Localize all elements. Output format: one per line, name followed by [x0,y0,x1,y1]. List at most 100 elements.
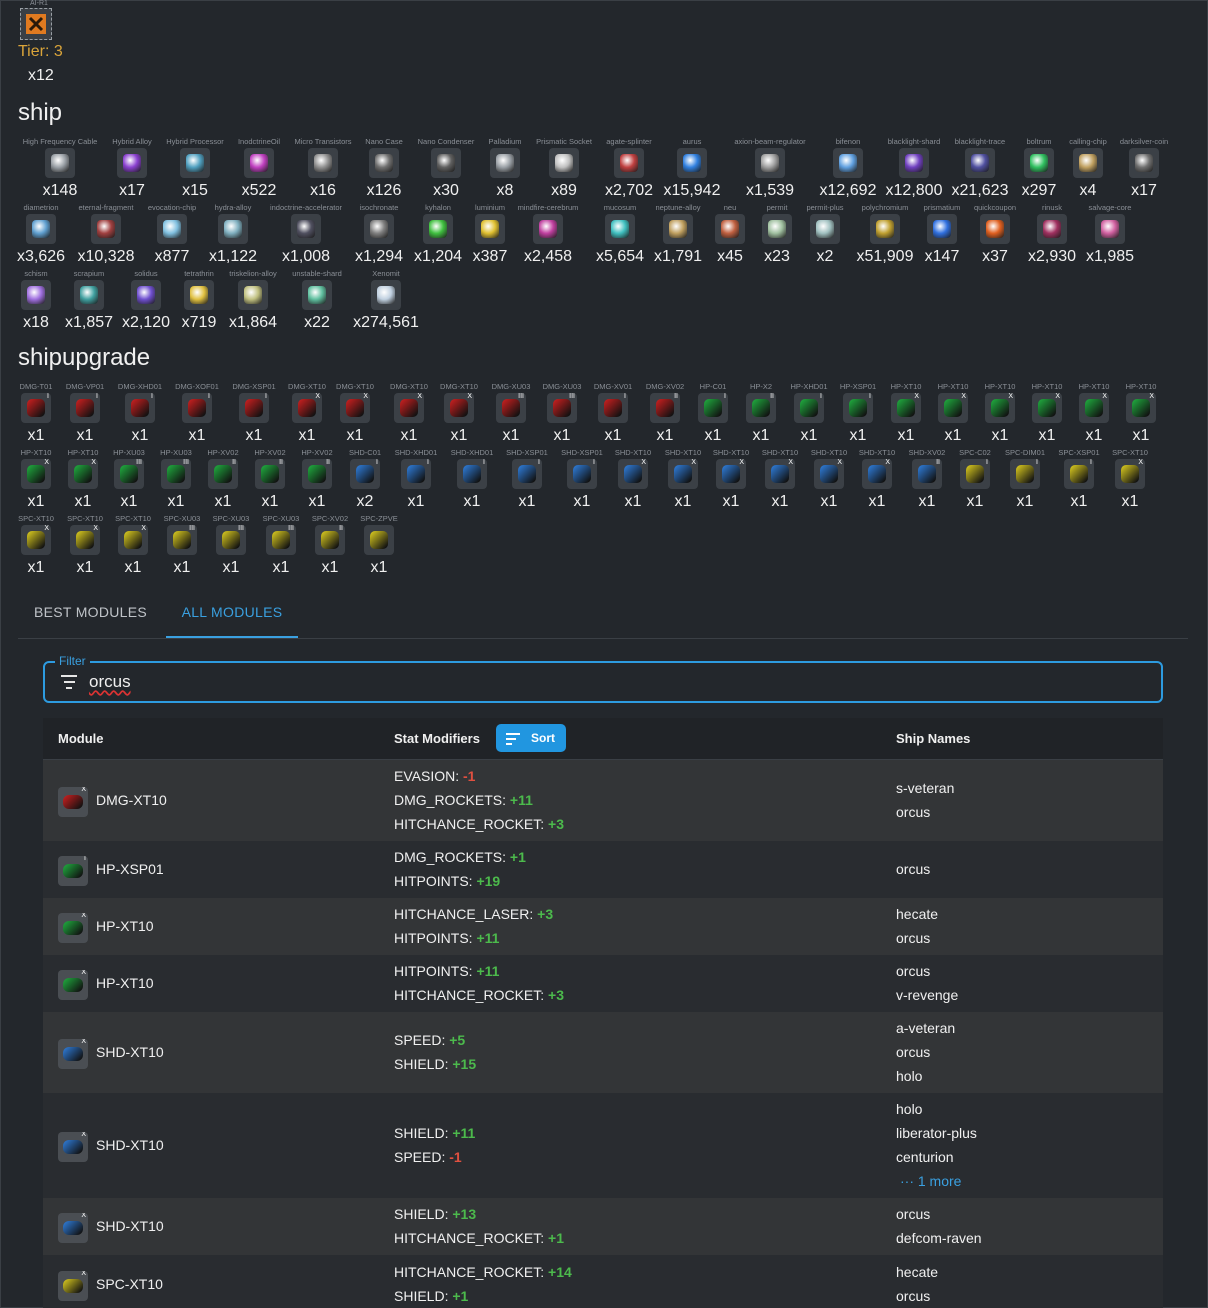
table-row[interactable]: X SHD-XT10 SHIELD: +11 SPEED: -1 holo liberat… [43,1093,1163,1199]
shipupgrade-item[interactable]: DMG-XV01 Ix1 [587,382,639,445]
shipupgrade-item[interactable]: DMG-XT10 Xx1 [329,382,381,445]
shipupgrade-item[interactable]: SPC-XU03 III x1 [255,514,307,577]
shipupgrade-item[interactable]: SPC-C02 Ix1 [949,448,1001,511]
module-glyph [897,399,915,417]
stat-name: EVASION: [394,767,463,784]
item-name: hydra-alloy [214,203,252,212]
shipupgrade-item[interactable]: SHD-XSP01 Ix1 [501,448,553,511]
shipupgrade-item[interactable]: HP-C01 Ix1 [687,382,739,445]
table-row[interactable]: X HP-XT10 HITPOINTS: +11 HITCHANCE_ROCKET: … [43,955,1163,1013]
shipupgrade-item[interactable]: DMG-XT10 Xx1 [383,382,435,445]
more-ships-link[interactable]: ··· 1 more [896,1169,977,1193]
shipupgrade-item[interactable]: SPC-XT10 Xx1 [107,514,159,577]
shipupgrade-item[interactable]: SPC-XV02 II x1 [304,514,356,577]
shipupgrade-item[interactable]: SHD-XT10 Xx1 [754,448,806,511]
item-count: x1,985 [1085,248,1135,265]
ship-item[interactable]: High Frequency Cable x148 [20,137,100,200]
shipupgrade-item[interactable]: HP-XT10 Xx1 [880,382,932,445]
table-row[interactable]: X SHD-XT10 SPEED: +5 SHIELD: +15 a-veteran or… [43,1012,1163,1094]
ship-item[interactable]: indoctrine-accelerator x1,008 [266,203,346,266]
tier-mark: I [624,393,626,400]
tier-mark: II [936,459,940,466]
shipupgrade-item[interactable]: SPC-DIM01 Ix1 [999,448,1051,511]
shipupgrade-item[interactable]: HP-XT10 Xx1 [927,382,979,445]
item-count: x1 [76,559,94,576]
ship-name: hecate [896,905,939,922]
shipupgrade-item[interactable]: SHD-XSP01 Ix1 [556,448,608,511]
ship-item[interactable]: salvage-core x1,985 [1070,203,1150,266]
shipupgrade-item[interactable]: SHD-XT10 Xx1 [705,448,757,511]
ship-item[interactable]: unstable-shard x22 [277,269,357,332]
filter-value[interactable]: orcus [89,672,131,692]
shipupgrade-item[interactable]: HP-XT10 Xx1 [1115,382,1167,445]
shipupgrade-item[interactable]: DMG-XOF01 Ix1 [171,382,223,445]
shipupgrade-item[interactable]: DMG-XU03 III x1 [536,382,588,445]
shipupgrade-item[interactable]: SHD-C01 Ix2 [339,448,391,511]
shipupgrade-item[interactable]: SHD-XV02 II x1 [901,448,953,511]
shipupgrade-item[interactable]: SPC-XT10 Xx1 [10,514,62,577]
module-glyph [704,399,722,417]
shipupgrade-item[interactable]: SHD-XHD01 Ix1 [446,448,498,511]
tab-all-modules[interactable]: ALL MODULES [166,596,298,638]
shipupgrade-item[interactable]: HP-XT10 Xx1 [974,382,1026,445]
ship-item[interactable]: hydra-alloy x1,122 [193,203,273,266]
module-glyph [1016,465,1034,483]
item-glyph [80,286,98,304]
shipupgrade-item[interactable]: DMG-XU03 III x1 [485,382,537,445]
ship-item[interactable]: darksilver-coin x17 [1104,137,1184,200]
ship-item[interactable]: axion-beam-regulator x1,539 [730,137,810,200]
shipupgrade-item[interactable]: SHD-XT10 Xx1 [851,448,903,511]
shipupgrade-item[interactable]: SPC-XU03 III x1 [205,514,257,577]
shipupgrade-item[interactable]: DMG-T01 Ix1 [10,382,62,445]
item-count: x1 [173,559,191,576]
item-icon [423,214,453,244]
shipupgrade-item[interactable]: DMG-XT10 Xx1 [433,382,485,445]
shipupgrade-item[interactable]: SPC-XT10 Xx1 [59,514,111,577]
table-row[interactable]: X DMG-XT10 EVASION: -1 DMG_ROCKETS: +11 HITC… [43,760,1163,842]
shipupgrade-item[interactable]: DMG-XHD01 Ix1 [114,382,166,445]
shipupgrade-item[interactable]: HP-XT10 Xx1 [1021,382,1073,445]
module-glyph [76,399,94,417]
shipupgrade-item[interactable]: HP-XHD01 Ix1 [783,382,835,445]
tab-best-modules[interactable]: BEST MODULES [34,596,147,636]
sort-button[interactable]: Sort [496,724,566,752]
ship-item[interactable]: mindfire-cerebrum x2,458 [508,203,588,266]
shipupgrade-item[interactable]: HP-XV02 II x1 [291,448,343,511]
shipupgrade-item[interactable]: HP-XSP01 Ix1 [832,382,884,445]
ship-item[interactable]: Xenomit x274,561 [346,269,426,332]
table-row[interactable]: X HP-XT10 HITCHANCE_LASER: +3 HITPOINTS: +1… [43,898,1163,956]
item-name: High Frequency Cable [22,137,98,146]
shipupgrade-item[interactable]: HP-XV02 II x1 [197,448,249,511]
ship-item[interactable]: aurus x15,942 [652,137,732,200]
shipupgrade-item[interactable]: HP-XT10 Xx1 [10,448,62,511]
stat-modifiers: HITCHANCE_LASER: +3 HITPOINTS: +11 [394,902,553,950]
shipupgrade-item[interactable]: SHD-XT10 Xx1 [803,448,855,511]
item-count: x1 [944,427,962,444]
shipupgrade-item[interactable]: HP-XT10 Xx1 [57,448,109,511]
item-icon [810,214,840,244]
shipupgrade-item[interactable]: SPC-ZPVE x1 [353,514,405,577]
shipupgrade-item[interactable]: SHD-XHD01 Ix1 [390,448,442,511]
shipupgrade-item[interactable]: HP-XT10 Xx1 [1068,382,1120,445]
shipupgrade-item[interactable]: SPC-XU03 III x1 [156,514,208,577]
shipupgrade-item[interactable]: DMG-XV02 II x1 [639,382,691,445]
shipupgrade-item[interactable]: HP-XV02 II x1 [244,448,296,511]
shipupgrade-item[interactable]: DMG-VP01 Ix1 [59,382,111,445]
shipupgrade-item[interactable]: HP-X2 II x1 [735,382,787,445]
module-glyph [124,531,142,549]
filter-input[interactable]: Filter orcus [43,654,1163,703]
item-glyph [51,154,69,172]
shipupgrade-item[interactable]: DMG-XSP01 Ix1 [228,382,280,445]
shipupgrade-item[interactable]: SHD-XT10 Xx1 [657,448,709,511]
shipupgrade-item[interactable]: HP-XU03 III x1 [103,448,155,511]
module-icon: X [58,912,88,943]
table-row[interactable]: X SPC-XT10 HITCHANCE_ROCKET: +14 SHIELD: +1… [43,1255,1163,1308]
shipupgrade-item[interactable]: HP-XU03 III x1 [150,448,202,511]
item-icon [1095,214,1125,244]
shipupgrade-item[interactable]: SHD-XT10 Xx1 [607,448,659,511]
shipupgrade-item[interactable]: SPC-XT10 Xx1 [1104,448,1156,511]
shipupgrade-item[interactable]: DMG-XT10 Xx1 [281,382,333,445]
table-row[interactable]: X SHD-XT10 SHIELD: +13 HITCHANCE_ROCKET: +1… [43,1198,1163,1256]
table-row[interactable]: I HP-XSP01 DMG_ROCKETS: +1 HITPOINTS: +19 or… [43,841,1163,899]
shipupgrade-item[interactable]: SPC-XSP01 Ix1 [1053,448,1105,511]
